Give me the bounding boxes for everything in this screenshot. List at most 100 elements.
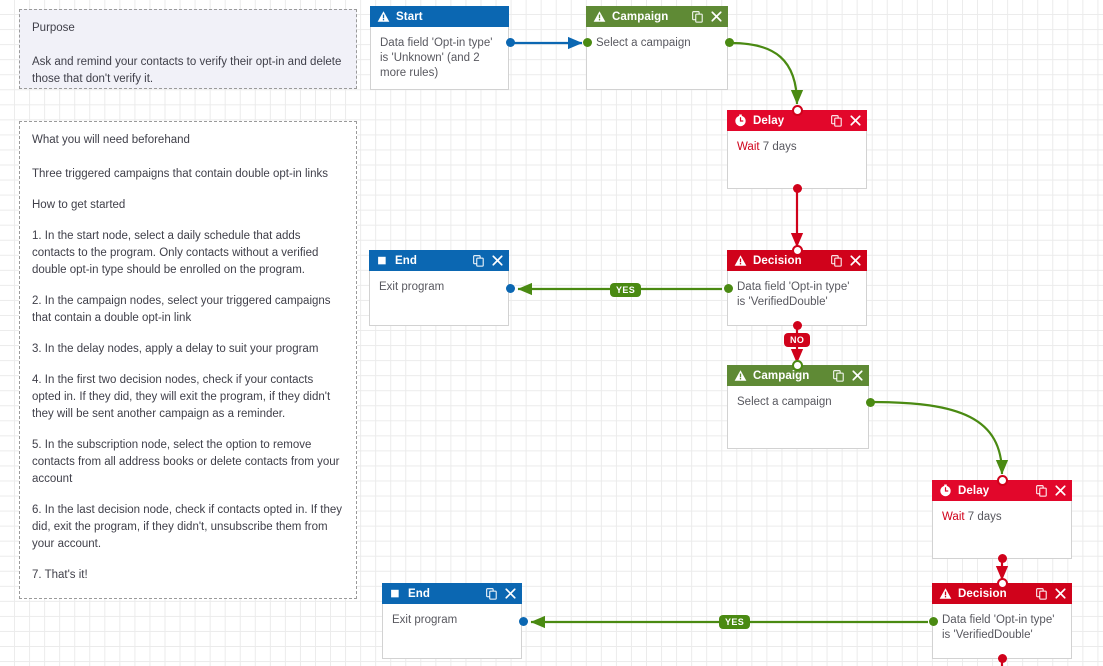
instructions-note-line-6: 4. In the first two decision nodes, chec… bbox=[32, 374, 331, 420]
node-campaign-1-actions bbox=[692, 10, 722, 23]
warning-triangle-icon bbox=[734, 254, 747, 267]
node-delay-1-input-port[interactable] bbox=[792, 105, 803, 116]
node-decision-2-actions bbox=[1036, 587, 1066, 600]
copy-icon[interactable] bbox=[831, 254, 843, 267]
close-icon[interactable] bbox=[710, 10, 722, 23]
copy-icon[interactable] bbox=[692, 10, 704, 23]
close-icon[interactable] bbox=[1054, 484, 1066, 497]
warning-triangle-icon bbox=[734, 369, 747, 382]
node-campaign-2-body[interactable]: Select a campaign bbox=[728, 387, 868, 418]
instructions-note-line-7: 5. In the subscription node, select the … bbox=[32, 439, 340, 485]
node-decision-2-no-port[interactable] bbox=[998, 654, 1007, 663]
instructions-note-line-5: 3. In the delay nodes, apply a delay to … bbox=[32, 343, 319, 355]
branch-badge-no-1[interactable]: NO bbox=[784, 333, 811, 347]
node-end-2-input-port[interactable] bbox=[519, 617, 528, 626]
node-start-header: Start bbox=[370, 6, 509, 27]
close-icon[interactable] bbox=[491, 254, 503, 267]
instructions-note-line-3: 1. In the start node, select a daily sch… bbox=[32, 230, 319, 276]
node-delay-2-output-port[interactable] bbox=[998, 554, 1007, 563]
node-start-output-port[interactable] bbox=[506, 38, 515, 47]
copy-icon[interactable] bbox=[1036, 587, 1048, 600]
copy-icon[interactable] bbox=[831, 114, 843, 127]
branch-badge-yes-1[interactable]: YES bbox=[610, 283, 642, 297]
node-delay-2-input-port[interactable] bbox=[997, 475, 1008, 486]
node-delay-1-title: Delay bbox=[753, 114, 785, 127]
close-icon[interactable] bbox=[504, 587, 516, 600]
purpose-note[interactable]: Purpose Ask and remind your contacts to … bbox=[19, 9, 357, 89]
warning-triangle-icon bbox=[377, 10, 390, 23]
node-campaign-2-output-port[interactable] bbox=[866, 398, 875, 407]
node-decision-1[interactable]: Decision Data field 'Opt-in type' is 'Ve… bbox=[724, 245, 867, 330]
node-decision-1-yes-port[interactable] bbox=[724, 284, 733, 293]
close-icon[interactable] bbox=[849, 114, 861, 127]
node-campaign-2-input-port[interactable] bbox=[792, 360, 803, 371]
node-decision-1-no-port[interactable] bbox=[793, 321, 802, 330]
node-delay-2-body-rest: 7 days bbox=[964, 511, 1002, 523]
node-delay-2-body[interactable]: Wait 7 days bbox=[933, 502, 1071, 533]
node-end-1-actions bbox=[473, 254, 503, 267]
node-delay-1-actions bbox=[831, 114, 861, 127]
node-delay-2-title: Delay bbox=[958, 484, 990, 497]
node-campaign-2-title: Campaign bbox=[753, 369, 810, 382]
node-decision-1-input-port[interactable] bbox=[792, 245, 803, 256]
node-end-2-header: End bbox=[382, 583, 522, 604]
node-campaign-1-output-port[interactable] bbox=[725, 38, 734, 47]
close-icon[interactable] bbox=[849, 254, 861, 267]
node-end-1[interactable]: End Exit program bbox=[369, 250, 515, 326]
node-delay-1-body-prefix: Wait bbox=[737, 141, 760, 153]
node-decision-2-body[interactable]: Data field 'Opt-in type' is 'VerifiedDou… bbox=[933, 605, 1071, 651]
branch-badge-yes-2[interactable]: YES bbox=[719, 615, 751, 629]
stop-square-icon bbox=[376, 254, 389, 267]
node-decision-1-actions bbox=[831, 254, 861, 267]
node-end-2-actions bbox=[486, 587, 516, 600]
copy-icon[interactable] bbox=[1036, 484, 1048, 497]
node-campaign-2-actions bbox=[833, 369, 863, 382]
node-end-1-input-port[interactable] bbox=[506, 284, 515, 293]
node-decision-1-body[interactable]: Data field 'Opt-in type' is 'VerifiedDou… bbox=[728, 272, 866, 318]
clock-icon bbox=[734, 114, 747, 127]
node-end-1-body[interactable]: Exit program bbox=[370, 272, 508, 303]
node-delay-2[interactable]: Delay Wait 7 days bbox=[932, 475, 1072, 563]
node-decision-2-input-port[interactable] bbox=[997, 578, 1008, 589]
node-delay-2-body-prefix: Wait bbox=[942, 511, 965, 523]
close-icon[interactable] bbox=[851, 369, 863, 382]
warning-triangle-icon bbox=[593, 10, 606, 23]
node-delay-1[interactable]: Delay Wait 7 days bbox=[727, 105, 867, 193]
node-delay-1-body-rest: 7 days bbox=[759, 141, 797, 153]
node-start[interactable]: Start Data field 'Opt-in type' is 'Unkno… bbox=[370, 6, 515, 90]
instructions-note-line-9: 7. That's it! bbox=[32, 569, 88, 581]
instructions-note-line-8: 6. In the last decision node, check if c… bbox=[32, 504, 343, 550]
node-decision-1-title: Decision bbox=[753, 254, 802, 267]
purpose-note-title: Purpose bbox=[32, 22, 75, 34]
node-end-2-body[interactable]: Exit program bbox=[383, 605, 521, 636]
purpose-note-paragraph: Ask and remind your contacts to verify t… bbox=[32, 56, 342, 85]
instructions-note[interactable]: What you will need beforehand Three trig… bbox=[19, 121, 357, 599]
copy-icon[interactable] bbox=[486, 587, 498, 600]
copy-icon[interactable] bbox=[473, 254, 485, 267]
instructions-note-line-4: 2. In the campaign nodes, select your tr… bbox=[32, 295, 331, 324]
node-end-1-header: End bbox=[369, 250, 509, 271]
node-delay-2-actions bbox=[1036, 484, 1066, 497]
node-end-2[interactable]: End Exit program bbox=[382, 583, 528, 659]
copy-icon[interactable] bbox=[833, 369, 845, 382]
node-start-body[interactable]: Data field 'Opt-in type' is 'Unknown' (a… bbox=[371, 28, 508, 89]
instructions-note-line-1: Three triggered campaigns that contain d… bbox=[32, 168, 328, 180]
edge-campaign-1-to-delay-1 bbox=[730, 41, 804, 105]
close-icon[interactable] bbox=[1054, 587, 1066, 600]
clock-icon bbox=[939, 484, 952, 497]
node-campaign-1-title: Campaign bbox=[612, 10, 669, 23]
node-delay-1-output-port[interactable] bbox=[793, 184, 802, 193]
edge-campaign-2-to-delay-2 bbox=[871, 400, 1009, 475]
node-end-1-title: End bbox=[395, 254, 418, 267]
instructions-note-line-2: How to get started bbox=[32, 199, 126, 211]
node-campaign-1-body[interactable]: Select a campaign bbox=[587, 28, 727, 59]
stop-square-icon bbox=[389, 587, 402, 600]
workflow-canvas[interactable]: Purpose Ask and remind your contacts to … bbox=[0, 0, 1103, 666]
node-decision-2[interactable]: Decision Data field 'Opt-in type' is 'Ve… bbox=[929, 578, 1072, 663]
node-campaign-1[interactable]: Campaign Select a campaign bbox=[583, 6, 734, 90]
instructions-note-title: What you will need beforehand bbox=[32, 134, 190, 146]
node-campaign-2[interactable]: Campaign Select a campaign bbox=[727, 360, 875, 449]
node-campaign-1-input-port[interactable] bbox=[583, 38, 592, 47]
node-decision-2-yes-port[interactable] bbox=[929, 617, 938, 626]
node-delay-1-body[interactable]: Wait 7 days bbox=[728, 132, 866, 163]
